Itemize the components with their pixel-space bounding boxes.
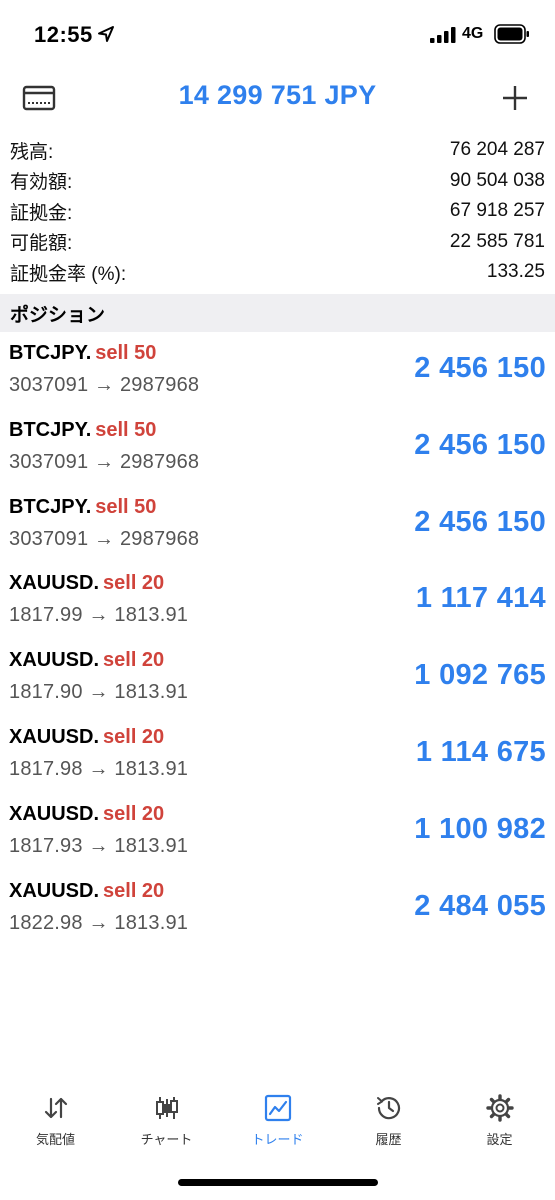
tab-history[interactable]: 履歴 — [333, 1085, 444, 1165]
summary-value: 76 204 287 — [449, 139, 545, 161]
home-indicator[interactable] — [178, 1179, 378, 1186]
battery-icon — [494, 24, 529, 44]
position-title: XAUUSD. sell 20 — [9, 880, 164, 903]
summary-label: 証拠金: — [10, 202, 73, 224]
tab-label: トレード — [251, 1132, 304, 1147]
position-row[interactable]: XAUUSD. sell 20 1817.99 → 1813.91 1 117 4… — [0, 568, 555, 645]
position-side: sell 20 — [103, 572, 165, 595]
position-profit: 1 114 675 — [415, 735, 546, 768]
position-profit: 1 117 414 — [415, 582, 546, 615]
position-side: sell 20 — [103, 725, 165, 748]
balance-title: 14 299 751 JPY — [178, 80, 377, 110]
position-symbol: BTCJPY. — [9, 495, 92, 518]
position-side: sell 20 — [103, 802, 165, 825]
summary-label: 残高: — [10, 141, 54, 163]
summary-row-balance: 残高: 76 204 287 — [0, 135, 555, 166]
history-clock-icon — [376, 1097, 400, 1120]
account-summary: 残高: 76 204 287 有効額: 90 504 038 証拠金: 67 9… — [0, 135, 555, 288]
position-symbol: BTCJPY. — [9, 418, 92, 441]
location-arrow-icon — [98, 26, 114, 42]
position-row[interactable]: BTCJPY. sell 50 3037091 → 2987968 2 456 1… — [0, 415, 555, 492]
position-side: sell 50 — [95, 495, 157, 518]
gear-icon — [485, 1094, 514, 1122]
position-profit: 2 456 150 — [414, 428, 546, 461]
position-title: XAUUSD. sell 20 — [9, 572, 164, 595]
tab-label: 履歴 — [375, 1132, 402, 1147]
summary-row-margin: 証拠金: 67 918 257 — [0, 196, 555, 227]
positions-list: BTCJPY. sell 50 3037091 → 2987968 2 456 1… — [0, 338, 555, 952]
position-profit: 1 100 982 — [414, 812, 546, 845]
status-bar: 12:55 4G — [0, 0, 555, 70]
position-prices: 1817.90 → 1813.91 — [9, 681, 189, 704]
position-row[interactable]: BTCJPY. sell 50 3037091 → 2987968 2 456 1… — [0, 338, 555, 415]
summary-row-free-margin: 可能額: 22 585 781 — [0, 227, 555, 258]
position-row[interactable]: XAUUSD. sell 20 1817.90 → 1813.91 1 092 7… — [0, 645, 555, 722]
position-row[interactable]: XAUUSD. sell 20 1817.98 → 1813.91 1 114 6… — [0, 722, 555, 799]
quotes-arrows-icon — [44, 1097, 67, 1119]
position-profit: 2 484 055 — [414, 889, 546, 922]
tab-quotes[interactable]: 気配値 — [0, 1085, 111, 1165]
position-prices: 1817.98 → 1813.91 — [9, 757, 189, 780]
position-title: BTCJPY. sell 50 — [9, 496, 156, 519]
tab-label: 設定 — [486, 1132, 513, 1147]
status-time: 12:55 — [34, 22, 93, 47]
position-prices: 3037091 → 2987968 — [9, 527, 200, 550]
network-label: 4G — [462, 25, 484, 42]
position-side: sell 20 — [103, 649, 165, 672]
summary-value: 133.25 — [486, 261, 545, 283]
summary-value: 90 504 038 — [449, 169, 545, 191]
position-prices: 3037091 → 2987968 — [9, 374, 200, 396]
position-symbol: XAUUSD. — [9, 649, 100, 672]
position-row[interactable]: BTCJPY. sell 50 3037091 → 2987968 2 456 1… — [0, 492, 555, 569]
position-symbol: XAUUSD. — [9, 725, 100, 748]
tab-label: チャート — [140, 1132, 193, 1147]
summary-value: 67 918 257 — [449, 200, 545, 222]
position-title: BTCJPY. sell 50 — [9, 419, 156, 442]
summary-label: 可能額: — [10, 233, 73, 255]
summary-value: 22 585 781 — [449, 230, 545, 252]
position-title: BTCJPY. sell 50 — [9, 342, 156, 365]
position-side: sell 20 — [103, 879, 165, 902]
position-symbol: XAUUSD. — [9, 572, 100, 595]
summary-label: 有効額: — [10, 172, 73, 194]
summary-label: 証拠金率 (%): — [10, 263, 127, 285]
position-prices: 1817.93 → 1813.91 — [9, 834, 189, 857]
account-header: 14 299 751 JPY — [0, 70, 555, 130]
position-symbol: XAUUSD. — [9, 879, 100, 902]
signal-icon — [430, 27, 456, 43]
position-profit: 2 456 150 — [414, 505, 546, 538]
position-title: XAUUSD. sell 20 — [9, 726, 164, 749]
position-title: XAUUSD. sell 20 — [9, 649, 164, 672]
summary-row-equity: 有効額: 90 504 038 — [0, 166, 555, 197]
tab-chart[interactable]: チャート — [111, 1085, 222, 1165]
position-row[interactable]: XAUUSD. sell 20 1817.93 → 1813.91 1 100 9… — [0, 799, 555, 876]
tab-bar: 気配値 チャート トレード 履歴 設定 — [0, 1085, 555, 1165]
tab-settings[interactable]: 設定 — [444, 1085, 555, 1165]
positions-section-header: ポジション — [0, 294, 555, 332]
candlestick-chart-icon — [155, 1097, 178, 1119]
trade-chart-icon — [264, 1094, 291, 1122]
position-profit: 2 456 150 — [414, 352, 546, 384]
position-prices: 1822.98 → 1813.91 — [9, 911, 189, 934]
position-side: sell 50 — [95, 342, 157, 364]
tab-label: 気配値 — [35, 1132, 75, 1147]
position-prices: 1817.99 → 1813.91 — [9, 604, 189, 627]
plus-icon[interactable] — [500, 83, 530, 113]
position-symbol: XAUUSD. — [9, 802, 100, 825]
position-title: XAUUSD. sell 20 — [9, 803, 164, 826]
position-profit: 1 092 765 — [414, 659, 546, 692]
position-symbol: BTCJPY. — [9, 342, 92, 364]
position-row[interactable]: XAUUSD. sell 20 1822.98 → 1813.91 2 484 0… — [0, 876, 555, 953]
position-prices: 3037091 → 2987968 — [9, 450, 200, 473]
summary-row-margin-level: 証拠金率 (%): 133.25 — [0, 257, 555, 288]
position-side: sell 50 — [95, 418, 157, 441]
tab-trade[interactable]: トレード — [222, 1085, 333, 1165]
